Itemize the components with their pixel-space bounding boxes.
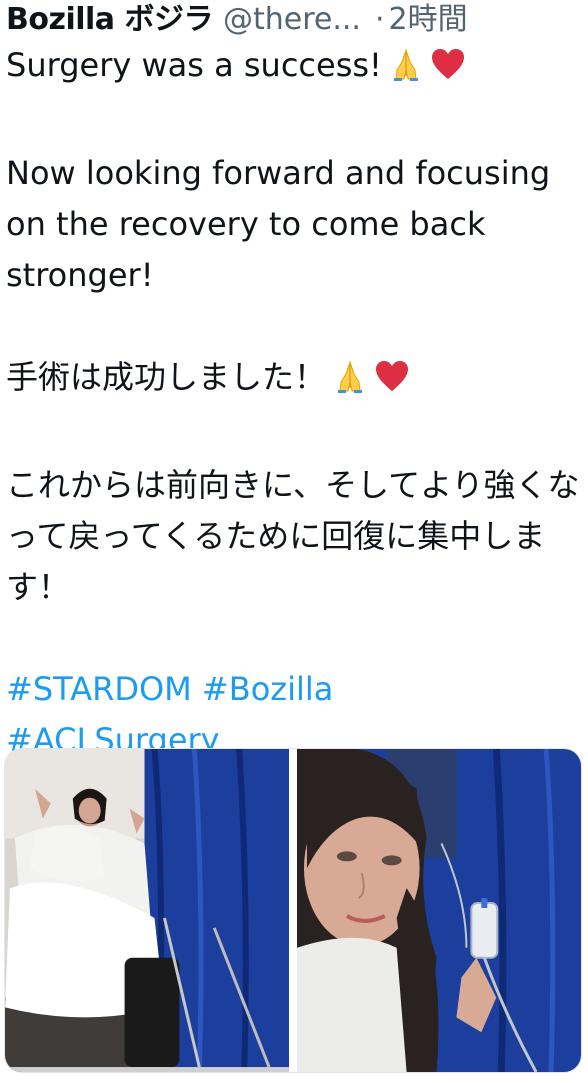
hospital-selfie-photo-icon bbox=[297, 749, 581, 1072]
tweet-line-en-1: Surgery was a success! bbox=[6, 40, 582, 97]
tweet-line-en-1-text: Surgery was a success! bbox=[6, 46, 382, 84]
author-display-name[interactable]: Bozilla ボジラ bbox=[6, 0, 213, 40]
hashtag-stardom[interactable]: #STARDOM bbox=[6, 670, 192, 708]
tweet-line-ja-1: 手術は成功しました！ bbox=[6, 352, 582, 409]
tweet-header: Bozilla ボジラ @there... · 2時間 bbox=[6, 0, 582, 40]
red-heart-emoji-icon bbox=[430, 46, 466, 97]
tweet-media-grid bbox=[4, 748, 582, 1073]
tweet-line-ja-2: これからは前向きに、そしてより強くなって戻ってくるために回復に集中します！ bbox=[6, 466, 580, 606]
tweet-line-ja-1-text: 手術は成功しました！ bbox=[6, 358, 327, 396]
separator-dot: · bbox=[374, 2, 385, 37]
media-photo-2[interactable] bbox=[297, 749, 581, 1072]
folded-hands-emoji-icon bbox=[332, 358, 368, 409]
media-photo-1[interactable] bbox=[5, 749, 289, 1072]
tweet-line-en-2: Now looking forward and focusing on the … bbox=[6, 154, 561, 294]
red-heart-emoji-icon bbox=[374, 358, 410, 409]
folded-hands-emoji-icon bbox=[388, 46, 424, 97]
tweet-text: Surgery was a success! Now looking forwa… bbox=[6, 40, 582, 766]
hospital-bed-selfie-photo-icon bbox=[5, 749, 289, 1072]
hashtag-bozilla[interactable]: #Bozilla bbox=[202, 670, 333, 708]
tweet-timestamp[interactable]: 2時間 bbox=[389, 0, 468, 40]
author-handle[interactable]: @there... bbox=[223, 0, 361, 40]
